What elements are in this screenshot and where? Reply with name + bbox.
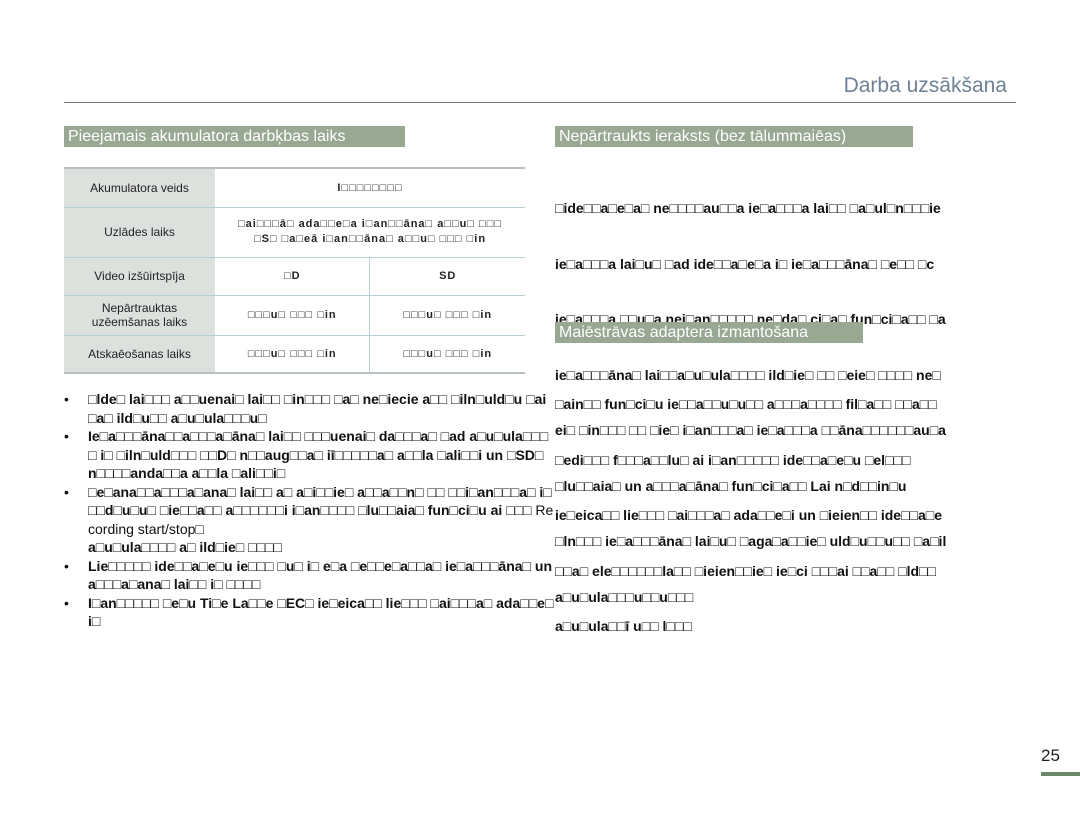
- resolution-sd: SD: [369, 256, 525, 295]
- row-label: Video izšūirtspīja: [64, 256, 215, 295]
- table-row: Uzlādes laiks □ai□□□ā□ ada□□e□a i□an□□ān…: [64, 206, 525, 257]
- table-row: Atskaēošanas laiks □□□u□ □□□ □in □□□u□ □…: [64, 334, 525, 374]
- list-item: • I□an□□□□□ □e□u Ti□e La□□e □EC□ ie□eica□…: [64, 594, 554, 631]
- bullet: •: [64, 594, 69, 611]
- note-text: □e□ana□□a□□□a□ana□ lai□□ a□ a□i□□ie□ a□□…: [88, 483, 552, 519]
- row-label: Akumulatora veids: [64, 167, 215, 207]
- bullet: •: [64, 557, 69, 574]
- table-row: Akumulatora veids I□□□□□□□□: [64, 167, 525, 207]
- note-text: a□u□ula□□□□ a□ ild□ie□ □□□□: [88, 539, 282, 555]
- battery-type-value: I□□□□□□□□: [215, 167, 525, 207]
- page-number: 25: [1041, 746, 1060, 765]
- bullet: •: [64, 428, 69, 444]
- note-text: I□an□□□□□ □e□u Ti□e La□□e □EC□ ie□eica□□…: [88, 594, 554, 630]
- bullet: •: [64, 391, 69, 407]
- text-line: □ide□□a□e□a□ ne□□□□au□□a ie□a□□□a lai□□ …: [555, 200, 941, 216]
- text-line: □edi□□□ f□□□a□□lu□ ai i□an□□□□□ ide□□a□e…: [555, 451, 911, 468]
- battery-notes-list: • □lde□ lai□□□ a□□uenai□ lai□□ □in□□□ □a□…: [64, 390, 554, 631]
- page-number-accent-bar: [1041, 772, 1080, 776]
- chapter-title: Darba uzsākšana: [843, 74, 1007, 97]
- text-line: ie□eica□□ lie□□□ □ai□□□a□ ada□□e□i un □i…: [555, 507, 943, 523]
- text-line: ie□a□□□a lai□u□ □ad ide□□a□e□a i□ ie□a□□…: [555, 255, 935, 272]
- recording-time-sd: □□□u□ □□□ □in: [369, 294, 525, 335]
- recording-time-hd: □□□u□ □□□ □in: [215, 294, 370, 335]
- playback-time-hd: □□□u□ □□□ □in: [215, 334, 370, 374]
- bullet: •: [64, 483, 69, 500]
- playback-time-sd: □□□u□ □□□ □in: [369, 334, 525, 374]
- text-line: a□u□ula□□ī u□□ l□□□: [555, 618, 692, 634]
- battery-spec-table: Akumulatora veids I□□□□□□□□ Uzlādes laik…: [64, 167, 525, 374]
- note-text: □lde□ lai□□□ a□□uenai□ lai□□ □in□□□ □a□ …: [88, 391, 547, 426]
- list-item: • □lde□ lai□□□ a□□uenai□ lai□□ □in□□□ □a□…: [64, 390, 554, 427]
- list-item: • Lie□□□□□ ide□□a□e□u ie□□□ □u□ i□ e□a □e…: [64, 557, 554, 594]
- section-heading-continuous-recording: Nepārtraukts ieraksts (bez tālummaiēas): [555, 126, 913, 147]
- ac-adapter-text: □ain□□ fun□ci□u ie□□a□□u□u□□ a□□□a□□□□ f…: [555, 358, 1080, 654]
- row-label: Atskaēošanas laiks: [64, 334, 215, 374]
- text-line: □□a□ ele□□□□□□la□□ □ieien□□ie□ ie□ci □□□…: [555, 562, 936, 579]
- table-row: Video izšūirtspīja □D SD: [64, 256, 525, 295]
- note-text: Lie□□□□□ ide□□a□e□u ie□□□ □u□ i□ e□a □e□…: [88, 557, 552, 593]
- list-item: • □e□ana□□a□□□a□ana□ lai□□ a□ a□i□□ie□ a□…: [64, 483, 554, 557]
- charging-time-value: □ai□□□ā□ ada□□e□a i□an□□āna□ a□□u□ □□□ □…: [215, 206, 525, 257]
- section-heading-battery-time: Pieejamais akumulatora darbķbas laiks: [64, 126, 405, 147]
- list-item: • Ie□a□□□āna□□a□□□a□āna□ lai□□ □□□uenai□ …: [64, 427, 554, 483]
- section-heading-ac-adapter: Maiēstrāvas adaptera izmantošana: [555, 322, 863, 343]
- resolution-hd: □D: [215, 256, 370, 295]
- table-row: Nepārtrauktas uzēemšanas laiks □□□u□ □□□…: [64, 294, 525, 335]
- note-text: Ie□a□□□āna□□a□□□a□āna□ lai□□ □□□uenai□ d…: [88, 428, 549, 481]
- title-divider: [64, 102, 1016, 103]
- text-line: □ain□□ fun□ci□u ie□□a□□u□u□□ a□□□a□□□□ f…: [555, 396, 937, 412]
- row-label: Uzlādes laiks: [64, 206, 215, 257]
- row-label: Nepārtrauktas uzēemšanas laiks: [64, 294, 215, 335]
